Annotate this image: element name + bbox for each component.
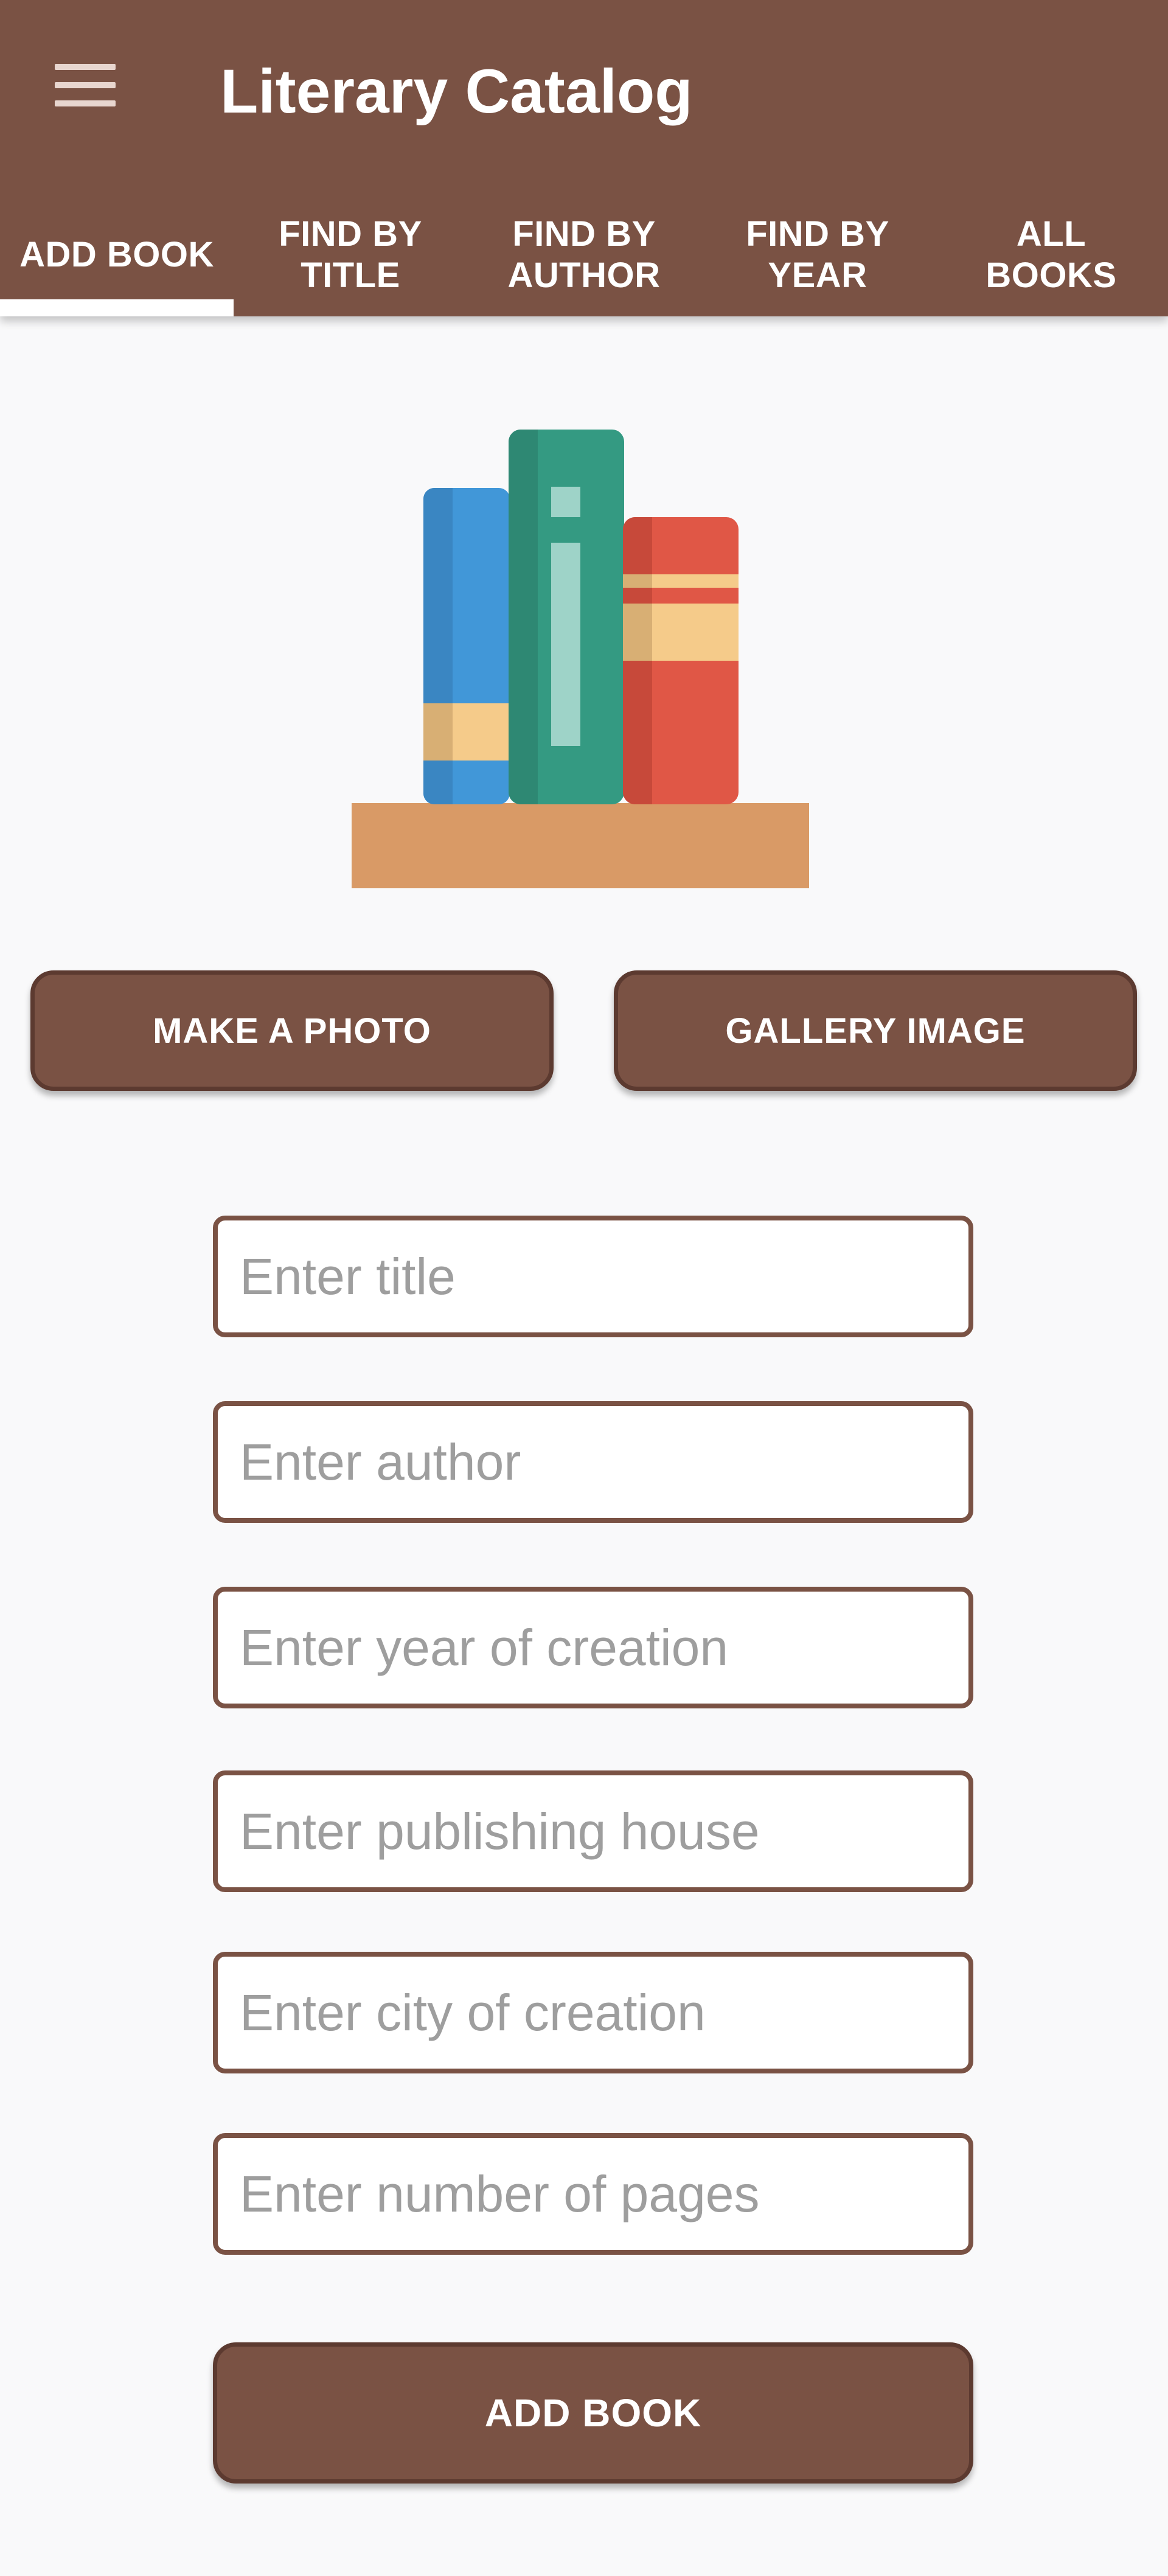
title-input[interactable] [213, 1216, 973, 1337]
app-bar: Literary Catalog ADD BOOK FIND BY TITLE … [0, 0, 1168, 316]
make-photo-button[interactable]: MAKE A PHOTO [30, 970, 554, 1091]
tab-add-book[interactable]: ADD BOOK [0, 193, 234, 316]
tab-label: ALL BOOKS [985, 214, 1117, 295]
number-of-pages-input[interactable] [213, 2133, 973, 2255]
add-book-button[interactable]: ADD BOOK [213, 2342, 973, 2484]
gallery-image-button[interactable]: GALLERY IMAGE [614, 970, 1137, 1091]
active-tab-indicator [0, 299, 234, 316]
books-on-shelf-icon [352, 426, 812, 892]
hamburger-menu-icon[interactable] [55, 64, 116, 106]
publishing-house-input[interactable] [213, 1770, 973, 1892]
tab-label: FIND BY YEAR [746, 214, 889, 295]
year-of-creation-input[interactable] [213, 1587, 973, 1708]
tab-find-by-year[interactable]: FIND BY YEAR [701, 193, 934, 316]
tab-bar: ADD BOOK FIND BY TITLE FIND BY AUTHOR FI… [0, 193, 1168, 316]
city-of-creation-input[interactable] [213, 1952, 973, 2073]
tab-all-books[interactable]: ALL BOOKS [934, 193, 1168, 316]
tab-find-by-title[interactable]: FIND BY TITLE [234, 193, 467, 316]
tab-label: FIND BY AUTHOR [507, 214, 661, 295]
author-input[interactable] [213, 1401, 973, 1523]
tab-label: FIND BY TITLE [279, 214, 422, 295]
app-title: Literary Catalog [220, 57, 693, 126]
tab-label: ADD BOOK [19, 235, 214, 274]
tab-find-by-author[interactable]: FIND BY AUTHOR [467, 193, 701, 316]
